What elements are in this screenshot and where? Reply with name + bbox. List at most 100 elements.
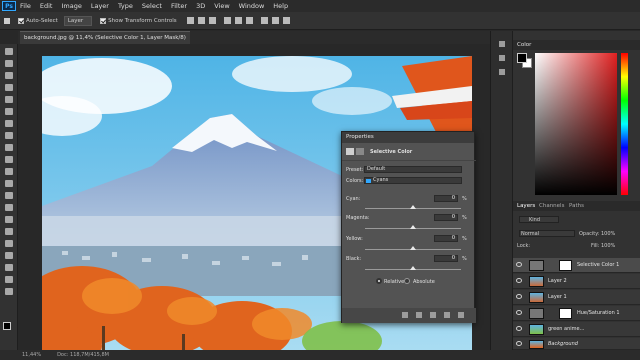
pen-icon[interactable] (5, 216, 13, 223)
align-middle-icon[interactable] (234, 17, 242, 24)
auto-select-checkbox[interactable] (18, 17, 24, 24)
magenta-slider-thumb[interactable] (410, 225, 416, 229)
path-select-icon[interactable] (5, 240, 13, 247)
distribute-2-icon[interactable] (271, 17, 279, 24)
stamp-icon[interactable] (5, 144, 13, 151)
move-icon[interactable] (5, 48, 13, 55)
menu-filter[interactable]: Filter (171, 2, 187, 10)
layer-row[interactable]: Background (513, 338, 640, 350)
absolute-label: Absolute (413, 279, 435, 285)
more-tools-icon[interactable] (5, 288, 13, 295)
black-slider-thumb[interactable] (410, 266, 416, 270)
color-field[interactable] (535, 53, 617, 195)
align-bottom-icon[interactable] (245, 17, 253, 24)
color-panel-tab[interactable]: Color (513, 40, 640, 50)
layer-name: Layer 2 (548, 278, 567, 284)
actions-icon[interactable] (499, 55, 505, 61)
mask-icon[interactable] (356, 148, 364, 155)
properties-tab[interactable]: Properties (342, 132, 474, 143)
zoom-icon[interactable] (5, 276, 13, 283)
magenta-value[interactable]: 0 (434, 214, 458, 221)
yellow-value[interactable]: 0 (434, 235, 458, 242)
tab-paths[interactable]: Paths (569, 201, 584, 211)
shape-icon[interactable] (5, 252, 13, 259)
eye-icon[interactable] (516, 341, 522, 346)
menu-select[interactable]: Select (142, 2, 162, 10)
absolute-radio[interactable] (404, 278, 410, 284)
layer-row[interactable]: Hue/Saturation 1 (513, 306, 640, 321)
properties-icon[interactable] (499, 69, 505, 75)
layer-name: Selective Color 1 (577, 262, 620, 268)
auto-select-dropdown[interactable]: Layer (63, 15, 93, 26)
menu-type[interactable]: Type (118, 2, 133, 10)
black-value[interactable]: 0 (434, 255, 458, 262)
lasso-icon[interactable] (5, 72, 13, 79)
type-icon[interactable] (5, 228, 13, 235)
fill-value[interactable]: 100% (601, 243, 615, 249)
menu-view[interactable]: View (214, 2, 229, 10)
cyan-value[interactable]: 0 (434, 195, 458, 202)
hue-slider[interactable] (621, 53, 628, 195)
yellow-slider-thumb[interactable] (410, 246, 416, 250)
eyedropper-icon[interactable] (5, 108, 13, 115)
gradient-icon[interactable] (5, 180, 13, 187)
preset-dropdown[interactable]: Default (364, 166, 462, 173)
align-top-icon[interactable] (223, 17, 231, 24)
hand-icon[interactable] (5, 264, 13, 271)
distribute-icon[interactable] (260, 17, 268, 24)
history-brush-icon[interactable] (5, 156, 13, 163)
foreground-color-swatch[interactable] (3, 322, 11, 330)
align-right-icon[interactable] (208, 17, 216, 24)
healing-icon[interactable] (5, 120, 13, 127)
magenta-unit: % (462, 215, 467, 221)
menu-help[interactable]: Help (273, 2, 288, 10)
document-tab[interactable]: background.jpg @ 11,4% (Selective Color … (20, 31, 190, 54)
color-foreground-swatch[interactable] (517, 53, 527, 63)
distribute-3-icon[interactable] (282, 17, 290, 24)
layer-row[interactable]: Selective Color 1 (513, 258, 640, 273)
menu-file[interactable]: File (20, 2, 31, 10)
move-tool-icon[interactable] (4, 17, 10, 24)
zoom-level[interactable]: 11,44% (22, 352, 41, 358)
menu-image[interactable]: Image (61, 2, 81, 10)
layer-thumb (529, 292, 544, 303)
blur-icon[interactable] (5, 192, 13, 199)
eye-icon[interactable] (516, 262, 522, 267)
menu-bar: Ps File Edit Image Layer Type Select Fil… (0, 0, 640, 12)
visibility-icon[interactable] (444, 312, 450, 318)
crop-icon[interactable] (5, 96, 13, 103)
menu-window[interactable]: Window (239, 2, 265, 10)
eye-icon[interactable] (516, 326, 522, 331)
reset-icon[interactable] (430, 312, 436, 318)
tab-channels[interactable]: Channels (539, 201, 564, 211)
menu-edit[interactable]: Edit (40, 2, 53, 10)
eraser-icon[interactable] (5, 168, 13, 175)
opacity-value[interactable]: 100% (601, 231, 615, 237)
quick-select-icon[interactable] (5, 84, 13, 91)
eye-icon[interactable] (516, 310, 522, 315)
view-previous-icon[interactable] (416, 312, 422, 318)
eye-icon[interactable] (516, 278, 522, 283)
relative-radio[interactable] (376, 278, 382, 284)
dodge-icon[interactable] (5, 204, 13, 211)
eye-icon[interactable] (516, 294, 522, 299)
delete-icon[interactable] (458, 312, 464, 318)
align-left-icon[interactable] (186, 17, 194, 24)
transform-controls-checkbox[interactable] (100, 17, 107, 24)
clip-to-layer-icon[interactable] (402, 312, 408, 318)
menu-3d[interactable]: 3D (196, 2, 205, 10)
mask-thumb[interactable] (559, 260, 572, 271)
photoshop-logo[interactable]: Ps (2, 1, 16, 11)
history-icon[interactable] (499, 41, 505, 47)
tab-layers[interactable]: Layers (517, 201, 535, 211)
marquee-icon[interactable] (5, 60, 13, 67)
colors-dropdown[interactable]: Cyans (364, 177, 462, 184)
cyan-slider-thumb[interactable] (410, 205, 416, 209)
layer-row[interactable]: green anime... (513, 322, 640, 337)
layer-row[interactable]: Layer 2 (513, 274, 640, 289)
menu-layer[interactable]: Layer (91, 2, 109, 10)
mask-thumb[interactable] (559, 308, 572, 319)
align-center-icon[interactable] (197, 17, 205, 24)
brush-icon[interactable] (5, 132, 13, 139)
layer-row[interactable]: Layer 1 (513, 290, 640, 305)
